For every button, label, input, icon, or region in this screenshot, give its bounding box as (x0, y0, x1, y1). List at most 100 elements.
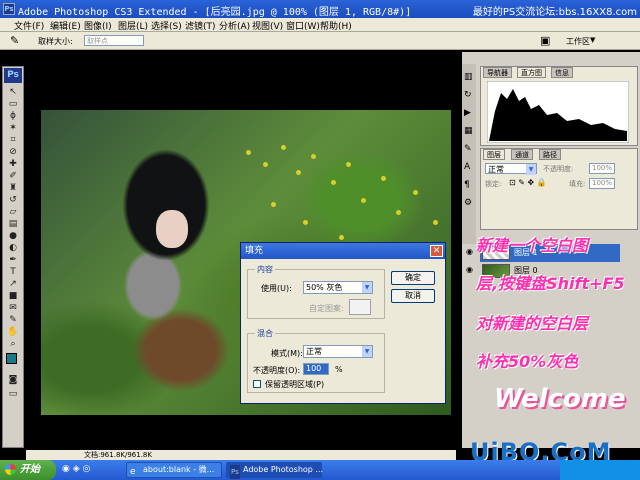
document-icon[interactable]: ▣ (540, 34, 550, 47)
menu-select[interactable]: 选择(S) (151, 19, 182, 32)
histogram-panel: 导航器 直方图 信息 (480, 66, 638, 146)
close-icon[interactable]: ✕ (430, 245, 443, 257)
move-tool-icon[interactable]: ↖ (6, 87, 20, 98)
magic-wand-tool-icon[interactable]: ✶ (6, 123, 20, 134)
welcome-logo-text: Welcome (494, 384, 626, 414)
zoom-tool-icon[interactable]: ⌕ (6, 339, 20, 350)
eye-icon[interactable]: ◉ (466, 247, 476, 257)
photoshop-icon: Ps (3, 3, 15, 15)
blend-mode-select[interactable]: 正常 ▼ (485, 163, 537, 175)
path-selection-tool-icon[interactable]: ↗ (6, 279, 20, 290)
menu-bar: 文件(F) 编辑(E) 图像(I) 图层(L) 选择(S) 滤镜(T) 分析(A… (0, 18, 640, 32)
quick-launch-icons[interactable]: ◉ ◈ ◎ (62, 464, 90, 474)
panel-icon-strip: ▥ ↻ ▶ ▦ ✎ A ¶ ⚙ (462, 64, 476, 244)
notes-tool-icon[interactable]: ✉ (6, 303, 20, 314)
title-bar: Ps Adobe Photoshop CS3 Extended - [后亮园.j… (0, 0, 640, 18)
type-tool-icon[interactable]: T (6, 267, 20, 278)
menu-view[interactable]: 视图(V) (252, 19, 283, 32)
sample-size-select[interactable]: 取样点 (84, 35, 144, 46)
sample-size-label: 取样大小: (38, 37, 73, 46)
healing-brush-tool-icon[interactable]: ✚ (6, 159, 20, 170)
histogram-icon[interactable]: ▥ (464, 72, 473, 82)
opacity-input[interactable]: 100 (303, 363, 329, 375)
brushes-icon[interactable]: ✎ (464, 144, 472, 154)
menu-layer[interactable]: 图层(L) (118, 19, 148, 32)
tab-histogram[interactable]: 直方图 (517, 67, 546, 78)
eraser-tool-icon[interactable]: ▱ (6, 207, 20, 218)
actions-icon[interactable]: ▶ (464, 108, 471, 118)
tab-info[interactable]: 信息 (551, 67, 573, 78)
use-select[interactable]: 50% 灰色 ▼ (303, 281, 373, 294)
fill-label: 填充: (569, 180, 586, 188)
custom-pattern-swatch (349, 299, 371, 315)
history-icon[interactable]: ↻ (464, 90, 472, 100)
start-button[interactable]: 开始 (0, 460, 56, 480)
eyedropper-icon[interactable]: ✎ (10, 34, 19, 47)
brush-tool-icon[interactable]: ✐ (6, 171, 20, 182)
use-label: 使用(U): (261, 284, 292, 293)
lock-icon[interactable]: ⊡ ✎ ✥ 🔒 (509, 178, 547, 187)
paragraph-icon[interactable]: ¶ (464, 180, 470, 190)
menu-help[interactable]: 帮助(H) (320, 19, 352, 32)
tool-presets-icon[interactable]: ⚙ (464, 198, 472, 208)
watermark-text: 最好的PS交流论坛:bbs.16XX8.com (472, 7, 637, 18)
lock-label: 锁定: (485, 180, 502, 188)
menu-edit[interactable]: 编辑(E) (50, 19, 81, 32)
opacity-label: 不透明度(O): (253, 366, 301, 375)
blur-tool-icon[interactable]: ● (6, 231, 20, 242)
taskbar-item-browser[interactable]: e about:blank - 微... (126, 462, 222, 478)
menu-image[interactable]: 图像(I) (84, 19, 112, 32)
slice-tool-icon[interactable]: ⊘ (6, 147, 20, 158)
quick-mask-icon[interactable]: ◙ (6, 375, 20, 386)
eye-icon[interactable]: ◉ (466, 265, 476, 275)
chevron-down-icon: ▼ (590, 36, 596, 44)
gradient-tool-icon[interactable]: ▤ (6, 219, 20, 230)
histogram-graph (487, 81, 629, 143)
window-title: Adobe Photoshop CS3 Extended - [后亮园.jpg … (18, 7, 412, 18)
swatches-icon[interactable]: ▦ (464, 126, 473, 136)
screen-mode-icon[interactable]: ▭ (6, 389, 20, 400)
taskbar-item-photoshop[interactable]: Ps Adobe Photoshop ... (226, 462, 323, 479)
chevron-down-icon: ▼ (362, 282, 372, 293)
options-bar: ✎ 取样大小: 取样点 ▣ 工作区 ▼ (0, 32, 640, 50)
annotation-line: 补充50%灰色 (476, 352, 579, 371)
photoshop-icon: Ps (230, 465, 240, 479)
blend-group-label: 混合 (255, 328, 275, 339)
tab-paths[interactable]: 路径 (539, 149, 561, 160)
crop-tool-icon[interactable]: ⌗ (6, 135, 20, 146)
fill-dialog: 填充 ✕ 内容 使用(U): 50% 灰色 ▼ 自定图案: 混合 模式(M): 正… (240, 242, 446, 404)
marquee-tool-icon[interactable]: ▭ (6, 99, 20, 110)
preserve-transparency-checkbox[interactable] (253, 380, 261, 388)
foreground-color-swatch[interactable] (6, 353, 17, 364)
lasso-tool-icon[interactable]: ϕ (6, 111, 20, 122)
layers-panel: 图层 通道 路径 正常 ▼ 不透明度: 100% 锁定: ⊡ ✎ ✥ 🔒 填充: … (480, 148, 638, 230)
dialog-title: 填充 (241, 243, 445, 259)
layer-opacity-input[interactable]: 100% (589, 163, 615, 174)
menu-filter[interactable]: 滤镜(T) (185, 19, 216, 32)
tab-layers[interactable]: 图层 (483, 149, 505, 160)
menu-file[interactable]: 文件(F) (14, 19, 44, 32)
custom-pattern-label: 自定图案: (309, 304, 344, 313)
document-size: 文档:961.8K/961.8K (84, 451, 152, 459)
ok-button[interactable]: 确定 (391, 271, 435, 285)
character-icon[interactable]: A (464, 162, 470, 172)
clone-stamp-tool-icon[interactable]: ♜ (6, 183, 20, 194)
menu-window[interactable]: 窗口(W) (286, 19, 320, 32)
history-brush-tool-icon[interactable]: ↺ (6, 195, 20, 206)
mode-label: 模式(M): (271, 349, 303, 358)
hand-tool-icon[interactable]: ✋ (6, 327, 20, 338)
mode-select[interactable]: 正常 ▼ (303, 345, 373, 358)
menu-analysis[interactable]: 分析(A) (219, 19, 250, 32)
dodge-tool-icon[interactable]: ◐ (6, 243, 20, 254)
eyedropper-tool-icon[interactable]: ✎ (6, 315, 20, 326)
layer-opacity-label: 不透明度: (543, 165, 574, 173)
shape-tool-icon[interactable]: ■ (6, 291, 20, 302)
fill-input[interactable]: 100% (589, 178, 615, 189)
tab-navigator[interactable]: 导航器 (483, 67, 512, 78)
annotation-line: 对新建的空白层 (476, 314, 589, 333)
tab-channels[interactable]: 通道 (511, 149, 533, 160)
cancel-button[interactable]: 取消 (391, 289, 435, 303)
workspace-button[interactable]: 工作区 (566, 36, 590, 47)
annotation-line: 层,按键盘Shift+F5 (476, 274, 625, 293)
pen-tool-icon[interactable]: ✒ (6, 255, 20, 266)
